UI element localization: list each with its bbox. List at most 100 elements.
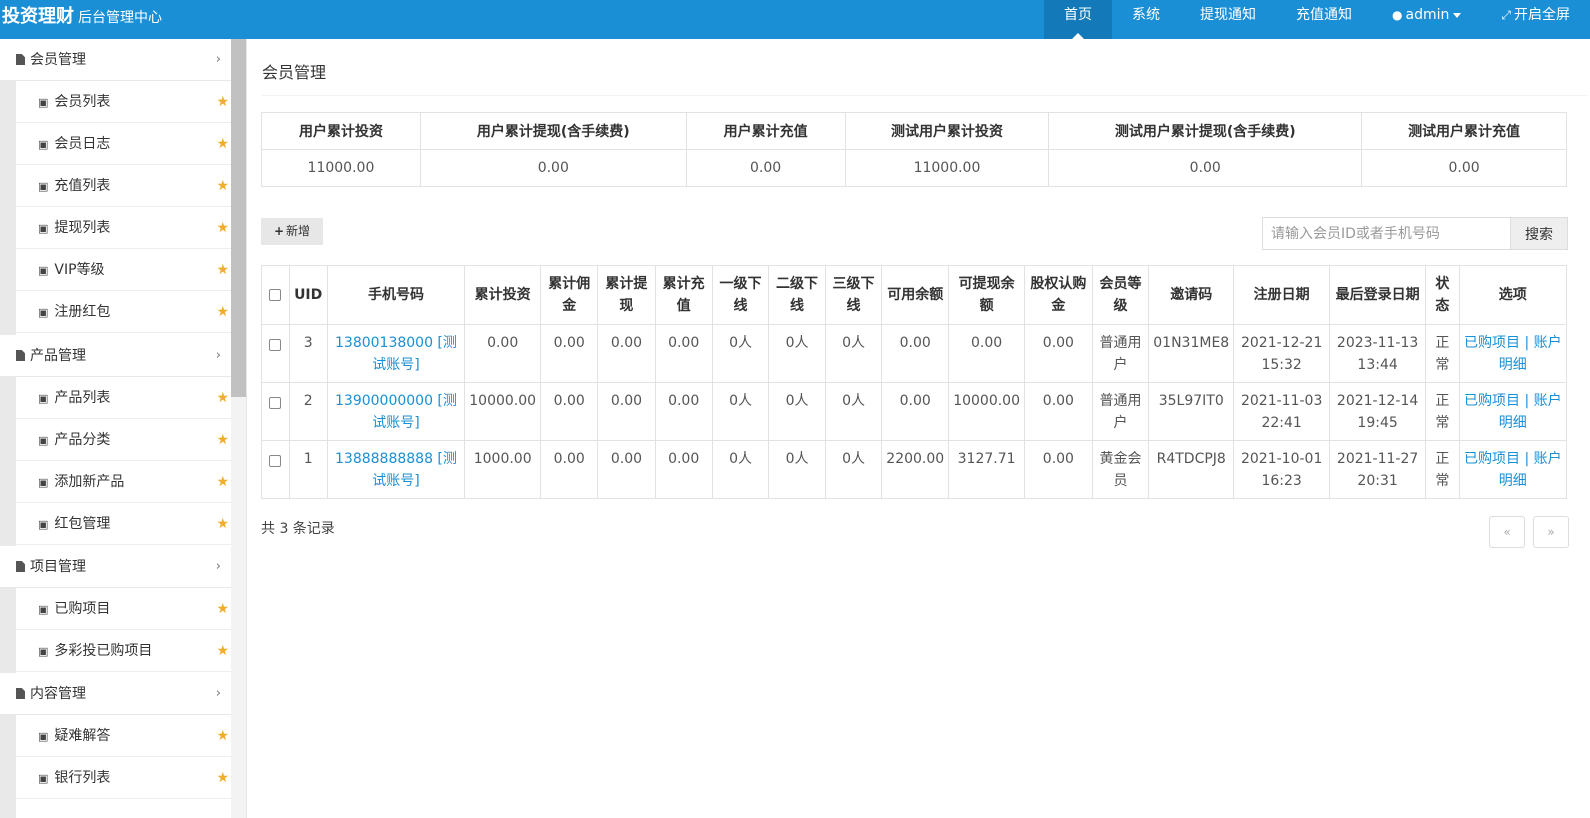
- pager-next-button[interactable]: »: [1533, 516, 1569, 548]
- cell-last-login: 2023-11-13 13:44: [1329, 324, 1427, 383]
- row-select-cell: [261, 382, 290, 441]
- purchased-projects-link[interactable]: 已购项目: [1464, 393, 1520, 409]
- sidebar-group-project[interactable]: 项目管理 ›: [0, 546, 231, 588]
- search-button[interactable]: 搜索: [1511, 217, 1568, 250]
- stats-header: 用户累计充值: [685, 112, 846, 150]
- sidebar-item-recharge-list[interactable]: ▣ 充值列表 ★: [16, 165, 231, 207]
- star-icon: ★: [216, 136, 229, 152]
- table-row: 1 13888888888 [测试账号] 1000.00 0.00 0.00 0…: [261, 440, 1568, 499]
- group-label: 会员管理: [30, 52, 86, 68]
- pager-prev-button[interactable]: «: [1489, 516, 1525, 548]
- sidebar-item-withdraw-list[interactable]: ▣ 提现列表 ★: [16, 207, 231, 249]
- nav-recharge-notice[interactable]: 充值通知: [1276, 0, 1372, 39]
- stats-value: 0.00: [1361, 149, 1567, 187]
- nav-system[interactable]: 系统: [1112, 0, 1180, 39]
- sidebar-indent: [0, 377, 16, 547]
- fullscreen-button[interactable]: ⤢ 开启全屏: [1481, 0, 1590, 39]
- column-header: 三级下线: [824, 265, 883, 325]
- cell-withdrawable: 10000.00: [948, 382, 1025, 441]
- file-icon: [16, 561, 25, 572]
- sidebar-item-label: 产品列表: [54, 390, 111, 406]
- puzzle-icon: ▣: [38, 518, 49, 531]
- table-row: 2 13900000000 [测试账号] 10000.00 0.00 0.00 …: [261, 382, 1568, 441]
- cell-member-level: 黄金会员: [1091, 440, 1150, 499]
- column-header: 最后登录日期: [1329, 265, 1427, 325]
- sidebar-indent: [0, 588, 16, 674]
- table-row: 3 13800138000 [测试账号] 0.00 0.00 0.00 0.00…: [261, 324, 1568, 383]
- star-icon: ★: [216, 516, 229, 532]
- sidebar-item-register-bonus[interactable]: ▣ 注册红包 ★: [16, 291, 231, 333]
- sidebar-item-member-list[interactable]: ▣ 会员列表 ★: [16, 81, 231, 123]
- cell-recharge: 0.00: [654, 440, 713, 499]
- sidebar-item-product-list[interactable]: ▣ 产品列表 ★: [16, 377, 231, 419]
- purchased-projects-link[interactable]: 已购项目: [1464, 335, 1520, 351]
- user-menu[interactable]: ● admin: [1372, 0, 1481, 39]
- star-icon: ★: [216, 390, 229, 406]
- cell-status: 正常: [1425, 324, 1460, 383]
- main-content: 会员管理 用户累计投资 用户累计提现(含手续费) 用户累计充值 测试用户累计投资…: [247, 39, 1590, 818]
- sidebar-item-label: 银行列表: [54, 770, 111, 786]
- sidebar-item-label: 会员日志: [54, 136, 111, 152]
- phone-link[interactable]: 13900000000 [测试账号]: [335, 393, 457, 431]
- stats-value: 11000.00: [261, 149, 421, 187]
- sidebar-item-product-category[interactable]: ▣ 产品分类 ★: [16, 419, 231, 461]
- sidebar-group-product[interactable]: 产品管理 ›: [0, 335, 231, 377]
- add-member-button[interactable]: + 新增: [261, 218, 323, 245]
- sidebar-item-label: 充值列表: [54, 178, 111, 194]
- sidebar-group-member[interactable]: 会员管理 ›: [0, 39, 231, 81]
- sidebar-item-multi-purchased[interactable]: ▣ 多彩投已购项目 ★: [16, 630, 231, 672]
- row-select-cell: [261, 324, 290, 383]
- puzzle-icon: ▣: [38, 645, 49, 658]
- sidebar-item-purchased-projects[interactable]: ▣ 已购项目 ★: [16, 588, 231, 630]
- group-label: 产品管理: [30, 348, 86, 364]
- column-header: 选项: [1458, 265, 1568, 325]
- cell-balance: 0.00: [881, 382, 950, 441]
- sidebar-item-redpacket-manage[interactable]: ▣ 红包管理 ★: [16, 503, 231, 545]
- star-icon: ★: [216, 220, 229, 236]
- group-label: 项目管理: [30, 559, 86, 575]
- chevron-right-icon: ›: [215, 559, 221, 574]
- cell-level3: 0人: [824, 382, 883, 441]
- cell-last-login: 2021-12-14 19:45: [1329, 382, 1427, 441]
- sidebar-item-bank-list[interactable]: ▣ 银行列表 ★: [16, 757, 231, 799]
- row-checkbox[interactable]: [269, 455, 282, 467]
- nav-home[interactable]: 首页: [1044, 0, 1113, 39]
- select-all-checkbox[interactable]: [269, 289, 282, 301]
- sidebar-item-label: 多彩投已购项目: [54, 643, 153, 659]
- row-checkbox[interactable]: [269, 397, 282, 409]
- star-icon: ★: [216, 728, 229, 744]
- phone-link[interactable]: 13800138000 [测试账号]: [335, 335, 457, 373]
- cell-invite-code: 35L97IT0: [1148, 382, 1235, 441]
- cell-commission: 0.00: [540, 440, 599, 499]
- stats-header: 测试用户累计充值: [1361, 112, 1567, 150]
- chevron-right-icon: ›: [215, 348, 221, 363]
- cell-register-date: 2021-11-03 22:41: [1233, 382, 1331, 441]
- column-header: 可提现余额: [948, 265, 1025, 325]
- row-checkbox[interactable]: [269, 339, 282, 351]
- cell-options: 已购项目 | 账户明细: [1458, 324, 1568, 383]
- sidebar-item-add-product[interactable]: ▣ 添加新产品 ★: [16, 461, 231, 503]
- user-name: admin: [1405, 7, 1450, 23]
- sidebar-item-faq[interactable]: ▣ 疑难解答 ★: [16, 715, 231, 757]
- nav-withdraw-notice[interactable]: 提现通知: [1180, 0, 1276, 39]
- sidebar-group-content[interactable]: 内容管理 ›: [0, 673, 231, 715]
- plus-icon: +: [273, 224, 285, 238]
- file-icon: [16, 688, 25, 699]
- sidebar-item-member-log[interactable]: ▣ 会员日志 ★: [16, 123, 231, 165]
- cell-options: 已购项目 | 账户明细: [1458, 440, 1568, 499]
- sidebar-item-label: 已购项目: [54, 601, 111, 617]
- phone-link[interactable]: 13888888888 [测试账号]: [335, 451, 457, 489]
- search-input[interactable]: [1262, 217, 1511, 250]
- sidebar: 会员管理 › ▣ 会员列表 ★ ▣ 会员日志 ★ ▣ 充值列表 ★ ▣ 提现列表 ★ ▣ VIP等级…: [0, 39, 247, 818]
- column-header: 二级下线: [768, 265, 826, 325]
- stats-value: 0.00: [419, 149, 687, 187]
- cell-recharge: 0.00: [654, 324, 713, 383]
- sidebar-scrollbar-thumb[interactable]: [231, 39, 246, 397]
- star-icon: ★: [216, 474, 229, 490]
- column-header: 累计提现: [597, 265, 656, 325]
- sidebar-item-vip-level[interactable]: ▣ VIP等级 ★: [16, 249, 231, 291]
- purchased-projects-link[interactable]: 已购项目: [1464, 451, 1520, 467]
- puzzle-icon: ▣: [38, 96, 49, 109]
- cell-equity: 0.00: [1024, 440, 1093, 499]
- sidebar-item-label: 疑难解答: [54, 728, 111, 744]
